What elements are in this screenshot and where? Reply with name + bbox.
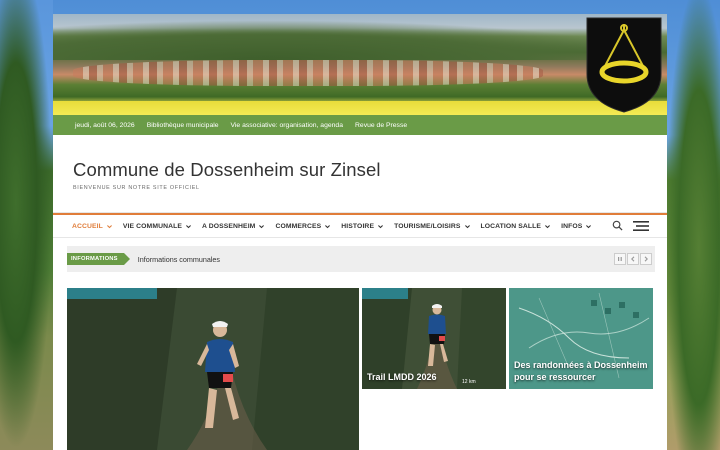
hamburger-icon[interactable]: [633, 220, 649, 231]
chevron-down-icon: [186, 224, 191, 228]
page-container: jeudi, août 06, 2026 Bibliothèque munici…: [53, 14, 667, 450]
background-forest-left: [0, 0, 53, 450]
topbar-link-bibliotheque[interactable]: Bibliothèque municipale: [147, 122, 219, 129]
chevron-right-icon: [644, 256, 648, 262]
site-title[interactable]: Commune de Dossenheim sur Zinsel: [73, 159, 667, 181]
post-title: Trail LMDD 2026: [367, 372, 437, 382]
chevron-left-icon: [631, 256, 635, 262]
background-forest-right: [667, 0, 720, 450]
svg-text:12 km: 12 km: [462, 379, 476, 385]
nav-item-label: HISTOIRE: [341, 222, 375, 230]
nav-item-label: VIE COMMUNALE: [122, 222, 182, 230]
news-prev-button[interactable]: [627, 253, 639, 265]
runner-photo: [67, 288, 359, 450]
banner-hills: [53, 20, 667, 60]
nav-item-tourisme-loisirs[interactable]: TOURISME/LOISIRS: [394, 223, 470, 230]
header-banner: [53, 14, 667, 115]
banner-rapeseed-field: [53, 101, 667, 115]
pause-icon: [618, 257, 622, 261]
topbar-link-vie-associative[interactable]: Vie associative: organisation, agenda: [231, 122, 343, 129]
nav-item-infos[interactable]: INFOS: [561, 223, 592, 230]
news-headline[interactable]: Informations communales: [138, 255, 220, 264]
site-branding: Commune de Dossenheim sur Zinsel BIENVEN…: [53, 135, 667, 213]
featured-post-randonnees[interactable]: Des randonnées à Dossenheim pour se ress…: [509, 288, 653, 389]
chevron-down-icon: [106, 224, 112, 228]
nav-item-label: LOCATION SALLE: [480, 222, 542, 230]
chevron-down-icon: [464, 224, 470, 228]
nav-item-accueil[interactable]: ACCUEIL: [72, 223, 113, 230]
nav-tools: [612, 220, 649, 231]
news-next-button[interactable]: [640, 253, 652, 265]
nav-item-commerces[interactable]: COMMERCES: [275, 223, 331, 230]
featured-post-large[interactable]: [67, 288, 359, 450]
main-navigation: ACCUEIL VIE COMMUNALE A DOSSENHEIM COMME…: [53, 213, 667, 238]
nav-item-label: INFOS: [561, 222, 583, 230]
category-tag: [67, 288, 157, 299]
breaking-news-bar: INFORMATIONS Informations communales: [67, 246, 655, 272]
search-icon[interactable]: [612, 220, 623, 231]
chevron-down-icon: [545, 224, 551, 228]
nav-item-label: COMMERCES: [275, 222, 322, 230]
site-tagline: BIENVENUE SUR NOTRE SITE OFFICIEL: [73, 185, 200, 191]
featured-post-trail[interactable]: 12 km Trail LMDD 2026: [362, 288, 506, 389]
top-bar: jeudi, août 06, 2026 Bibliothèque munici…: [53, 115, 667, 135]
post-title: Des randonnées à Dossenheim pour se ress…: [514, 360, 648, 382]
coat-of-arms-logo[interactable]: [583, 16, 665, 114]
nav-item-vie-communale[interactable]: VIE COMMUNALE: [123, 223, 192, 230]
chevron-down-icon: [378, 224, 384, 228]
nav-item-label: TOURISME/LOISIRS: [394, 222, 461, 230]
category-tag: [362, 288, 408, 299]
nav-item-location-salle[interactable]: LOCATION SALLE: [481, 223, 552, 230]
news-pause-button[interactable]: [614, 253, 626, 265]
nav-item-histoire[interactable]: HISTOIRE: [341, 223, 384, 230]
chevron-down-icon: [325, 224, 331, 228]
chevron-down-icon: [586, 224, 592, 228]
nav-item-label: A DOSSENHEIM: [202, 222, 256, 230]
topbar-link-revue-presse[interactable]: Revue de Presse: [355, 122, 407, 129]
nav-item-a-dossenheim[interactable]: A DOSSENHEIM: [202, 223, 265, 230]
current-date: jeudi, août 06, 2026: [75, 121, 135, 129]
banner-village: [73, 60, 543, 86]
news-controls: [614, 253, 652, 265]
news-badge: INFORMATIONS: [67, 253, 130, 265]
chevron-down-icon: [259, 224, 265, 228]
nav-item-label: ACCUEIL: [72, 222, 103, 230]
